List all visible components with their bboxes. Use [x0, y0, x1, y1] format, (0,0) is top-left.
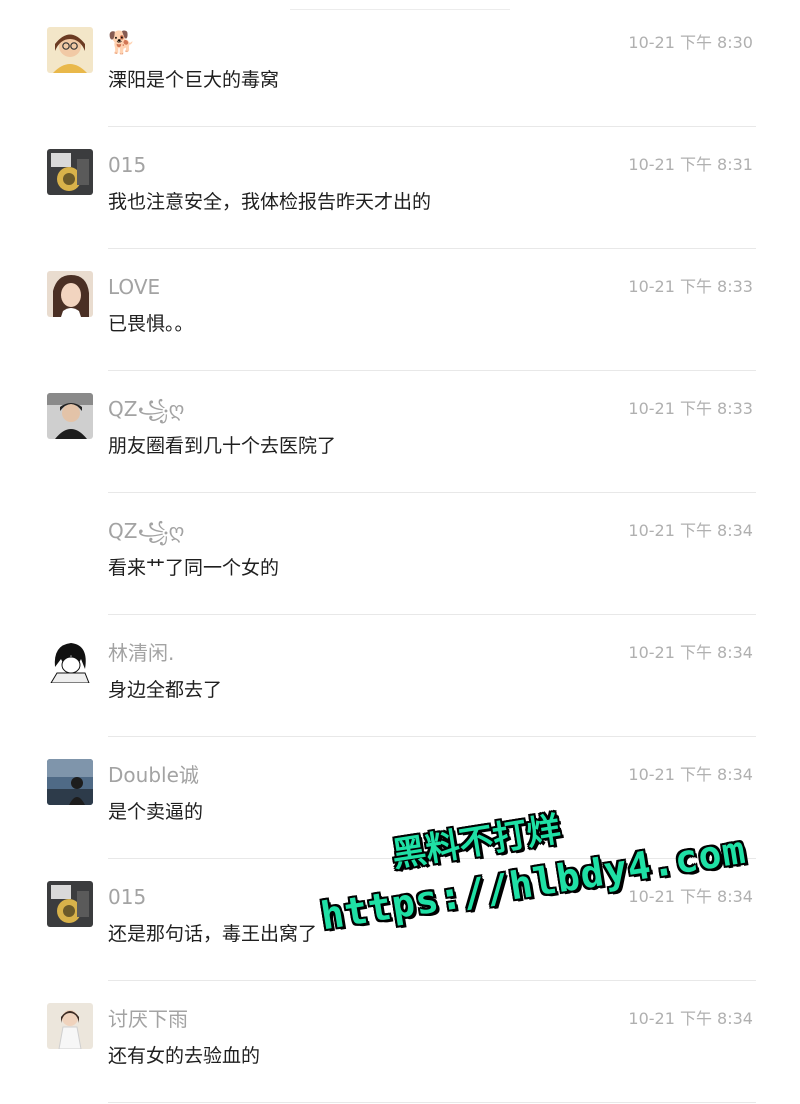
dog-icon: 🐕	[108, 31, 136, 56]
comment-feed: 🐕 10-21 下午 8:30 溧阳是个巨大的毒窝 015 10-21 下午 8…	[0, 0, 800, 1104]
commenter-name[interactable]: 🐕	[108, 29, 135, 58]
avatar[interactable]	[47, 637, 93, 683]
commenter-name[interactable]: 讨厌下雨	[108, 1005, 188, 1033]
avatar[interactable]	[47, 271, 93, 317]
comment-time: 10-21 下午 8:33	[628, 399, 753, 418]
comment-text: 已畏惧。。	[108, 313, 194, 335]
divider	[108, 1102, 756, 1103]
comment-time: 10-21 下午 8:34	[628, 643, 753, 662]
comment-text: 是个卖逼的	[108, 801, 204, 823]
comment-item: 015 10-21 下午 8:34 还是那句话，毒王出窝了	[0, 859, 800, 981]
comment-text: 溧阳是个巨大的毒窝	[108, 69, 280, 91]
comment-item: 林清闲. 10-21 下午 8:34 身边全都去了	[0, 615, 800, 737]
comment-time: 10-21 下午 8:34	[628, 887, 753, 906]
avatar[interactable]	[47, 27, 93, 73]
comment-time: 10-21 下午 8:34	[628, 521, 753, 540]
comment-item: LOVE 10-21 下午 8:33 已畏惧。。	[0, 249, 800, 371]
comment-text: 我也注意安全，我体检报告昨天才出的	[108, 191, 432, 213]
commenter-name[interactable]: 林清闲.	[108, 639, 174, 667]
comment-text: 身边全都去了	[108, 679, 223, 701]
comment-time: 10-21 下午 8:34	[628, 765, 753, 784]
avatar[interactable]	[47, 881, 93, 927]
commenter-name[interactable]: 015	[108, 883, 146, 911]
comment-time: 10-21 下午 8:33	[628, 277, 753, 296]
avatar[interactable]	[47, 759, 93, 805]
comment-text: 朋友圈看到几十个去医院了	[108, 435, 337, 457]
commenter-name[interactable]: QZ꧁ღ	[108, 517, 184, 545]
comment-item: 讨厌下雨 10-21 下午 8:34 还有女的去验血的	[0, 981, 800, 1103]
comment-time: 10-21 下午 8:30	[628, 33, 753, 52]
commenter-name[interactable]: Double诚	[108, 761, 199, 789]
avatar[interactable]	[47, 1003, 93, 1049]
comment-item: Double诚 10-21 下午 8:34 是个卖逼的	[0, 737, 800, 859]
comment-text: 还有女的去验血的	[108, 1045, 261, 1067]
comment-time: 10-21 下午 8:31	[628, 155, 753, 174]
comment-item: 015 10-21 下午 8:31 我也注意安全，我体检报告昨天才出的	[0, 127, 800, 249]
commenter-name[interactable]: 015	[108, 151, 146, 179]
comment-text: 还是那句话，毒王出窝了	[108, 923, 318, 945]
comment-item: QZ꧁ღ 10-21 下午 8:33 朋友圈看到几十个去医院了	[0, 371, 800, 493]
avatar[interactable]	[47, 149, 93, 195]
comment-text: 看来艹了同一个女的	[108, 557, 280, 579]
avatar[interactable]	[47, 393, 93, 439]
comment-time: 10-21 下午 8:34	[628, 1009, 753, 1028]
comment-item: QZ꧁ღ 10-21 下午 8:34 看来艹了同一个女的	[0, 493, 800, 615]
commenter-name[interactable]: LOVE	[108, 273, 160, 301]
commenter-name[interactable]: QZ꧁ღ	[108, 395, 184, 423]
comment-item: 🐕 10-21 下午 8:30 溧阳是个巨大的毒窝	[0, 5, 800, 127]
